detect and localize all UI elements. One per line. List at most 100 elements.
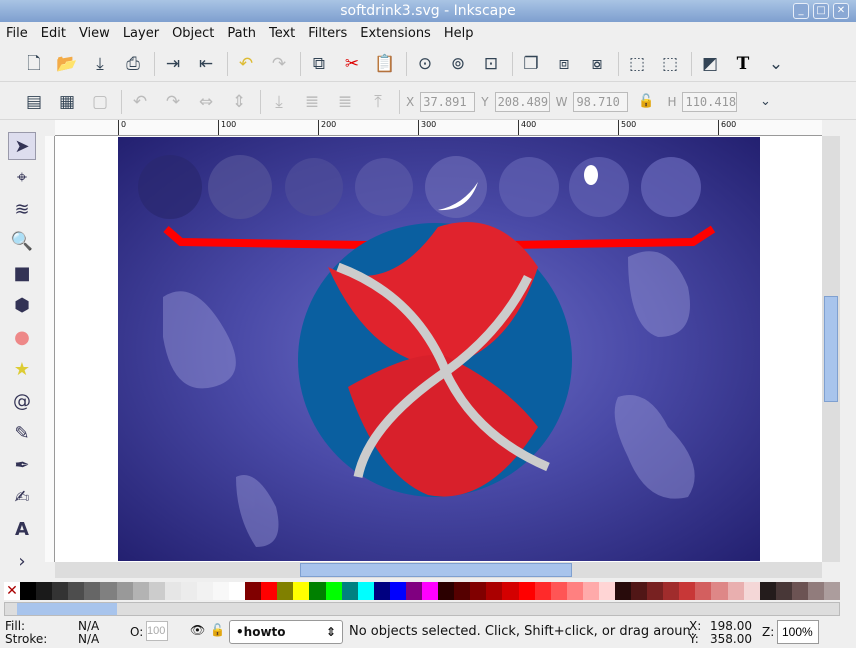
selector-tool-icon[interactable]: ➤ [8,132,36,160]
color-swatch[interactable] [293,582,310,600]
color-swatch[interactable] [454,582,471,600]
y-input[interactable] [494,91,550,112]
color-swatch[interactable] [534,582,551,600]
color-swatch[interactable] [791,582,808,600]
tweak-tool-icon[interactable]: ≋ [8,196,36,224]
color-swatch[interactable] [325,582,342,600]
pencil-tool-icon[interactable]: ✎ [8,420,36,448]
maximize-button[interactable]: □ [813,3,829,19]
rotate-cw-icon[interactable]: ↷ [161,90,185,114]
visibility-icon[interactable]: 👁 [190,623,205,637]
layer-dropdown[interactable]: •howto ⇕ [229,620,343,644]
zoom-selection-icon[interactable]: ⊙ [413,52,437,76]
palette-scroll-thumb[interactable] [17,603,117,615]
no-paint-swatch[interactable]: ✕ [4,582,21,600]
fill-stroke-icon[interactable]: ◩ [698,52,722,76]
lower-icon[interactable]: ≣ [300,90,324,114]
zoom-page-icon[interactable]: ⊡ [479,52,503,76]
color-swatch[interactable] [598,582,615,600]
menu-layer[interactable]: Layer [123,26,159,41]
raise-icon[interactable]: ≣ [333,90,357,114]
color-swatch[interactable] [582,582,599,600]
spiral-tool-icon[interactable]: @ [8,388,36,416]
color-swatch[interactable] [486,582,503,600]
3d-box-tool-icon[interactable]: ⬢ [8,292,36,320]
duplicate-icon[interactable]: ❐ [519,52,543,76]
color-swatch[interactable] [68,582,85,600]
color-swatch[interactable] [614,582,632,600]
color-swatch[interactable] [743,582,760,600]
opacity-input[interactable] [146,621,168,641]
color-swatch[interactable] [775,582,792,600]
color-swatch[interactable] [132,582,149,600]
new-icon[interactable]: 🗋 [22,52,46,76]
color-swatch[interactable] [631,582,648,600]
color-swatch[interactable] [36,582,53,600]
copy-icon[interactable]: ⧉ [307,52,331,76]
rectangle-tool-icon[interactable]: ■ [8,260,36,288]
color-swatch[interactable] [357,582,374,600]
color-swatch[interactable] [245,582,262,600]
node-tool-icon[interactable]: ⌖ [8,164,36,192]
color-swatch[interactable] [229,582,246,600]
color-swatch[interactable] [422,582,439,600]
ellipse-tool-icon[interactable]: ● [8,324,36,352]
minimize-button[interactable]: _ [793,3,809,19]
color-swatch[interactable] [438,582,455,600]
chevron-down-icon[interactable]: ⌄ [764,52,788,76]
x-input[interactable] [420,91,476,112]
w-input[interactable] [573,91,629,112]
palette-scrollbar[interactable] [4,602,840,616]
color-swatch[interactable] [389,582,406,600]
color-swatch[interactable] [807,582,824,600]
menu-path[interactable]: Path [227,26,256,41]
chevron-down-icon[interactable]: ⌄ [753,90,777,114]
color-swatch[interactable] [405,582,423,600]
menu-text[interactable]: Text [269,26,295,41]
color-swatch[interactable] [196,582,214,600]
redo-icon[interactable]: ↷ [267,52,291,76]
clone-icon[interactable]: ⧈ [552,52,576,76]
pen-tool-icon[interactable]: ✒ [8,452,36,480]
color-swatch[interactable] [261,582,278,600]
color-swatch[interactable] [20,582,37,600]
calligraphy-tool-icon[interactable]: ✍ [8,484,36,512]
color-swatch[interactable] [164,582,181,600]
color-swatch[interactable] [823,582,841,600]
undo-icon[interactable]: ↶ [234,52,258,76]
select-all-icon[interactable]: ▦ [55,90,79,114]
color-swatch[interactable] [148,582,165,600]
import-icon[interactable]: ⇥ [161,52,185,76]
cut-icon[interactable]: ✂ [340,52,364,76]
color-swatch[interactable] [309,582,326,600]
color-swatch[interactable] [373,582,390,600]
star-tool-icon[interactable]: ★ [8,356,36,384]
text-tool-icon[interactable]: A [8,516,36,544]
color-swatch[interactable] [518,582,535,600]
color-swatch[interactable] [550,582,567,600]
color-swatch[interactable] [180,582,197,600]
ungroup-icon[interactable]: ⬚ [658,52,682,76]
horizontal-scroll-thumb[interactable] [300,563,572,577]
more-tools-icon[interactable]: › [8,548,36,576]
paste-icon[interactable]: 📋 [373,52,397,76]
select-all-layers-icon[interactable]: ▤ [22,90,46,114]
flip-horizontal-icon[interactable]: ⇔ [194,90,218,114]
deselect-icon[interactable]: ▢ [88,90,112,114]
color-swatch[interactable] [470,582,487,600]
vertical-scrollbar[interactable] [822,136,840,562]
text-icon[interactable]: T [731,52,755,76]
menu-extensions[interactable]: Extensions [360,26,431,41]
lower-bottom-icon[interactable]: ⤓ [267,90,291,114]
close-button[interactable]: ✕ [833,3,849,19]
menu-help[interactable]: Help [444,26,474,41]
color-swatch[interactable] [341,582,358,600]
color-swatch[interactable] [502,582,519,600]
menu-filters[interactable]: Filters [308,26,347,41]
unlink-clone-icon[interactable]: ⧇ [585,52,609,76]
lock-icon[interactable]: 🔓 [210,623,225,637]
color-swatch[interactable] [647,582,664,600]
menu-object[interactable]: Object [172,26,214,41]
menu-edit[interactable]: Edit [41,26,66,41]
print-icon[interactable]: ⎙ [121,52,145,76]
